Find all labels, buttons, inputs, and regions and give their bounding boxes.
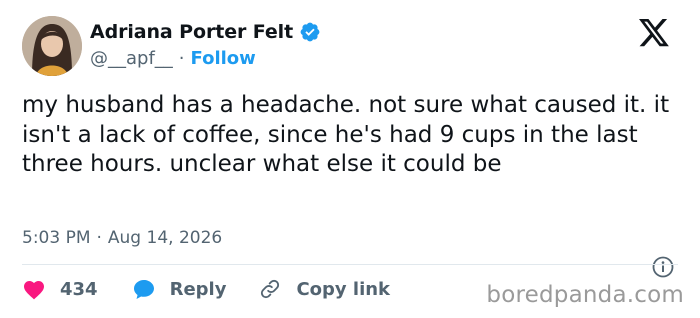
tweet-timestamp[interactable]: 5:03 PM · Aug 14, 2026	[22, 228, 222, 248]
author-handle[interactable]: @__apf__	[90, 48, 173, 69]
reply-label: Reply	[169, 278, 227, 300]
speech-bubble-icon	[132, 278, 156, 300]
timestamp-separator: ·	[96, 228, 102, 248]
copy-link-button[interactable]: Copy link	[258, 278, 390, 300]
verified-badge-icon	[299, 21, 321, 43]
follow-button[interactable]: Follow	[191, 48, 256, 69]
tweet-text: my husband has a headache. not sure what…	[22, 92, 670, 177]
author-handle-row: @__apf__ · Follow	[90, 48, 256, 69]
handle-separator: ·	[178, 48, 185, 69]
copy-link-label: Copy link	[296, 278, 391, 300]
tweet-time: 5:03 PM	[22, 228, 91, 248]
link-icon	[258, 278, 282, 300]
avatar[interactable]	[22, 16, 82, 76]
heart-icon	[22, 278, 46, 300]
tweet-date: Aug 14, 2026	[107, 228, 223, 248]
tweet-card: Adriana Porter Felt @__apf__ · Follow my…	[0, 0, 700, 318]
author-name-row: Adriana Porter Felt	[90, 21, 321, 43]
action-bar: 434 Reply Copy link	[22, 278, 390, 300]
divider	[22, 264, 678, 265]
like-button[interactable]: 434	[22, 278, 98, 300]
x-logo-icon[interactable]	[637, 19, 671, 49]
watermark: boredpanda.com	[486, 282, 684, 308]
author-display-name[interactable]: Adriana Porter Felt	[90, 21, 293, 43]
reply-button[interactable]: Reply	[132, 278, 227, 300]
like-count: 434	[60, 278, 98, 300]
info-icon[interactable]	[652, 256, 674, 278]
